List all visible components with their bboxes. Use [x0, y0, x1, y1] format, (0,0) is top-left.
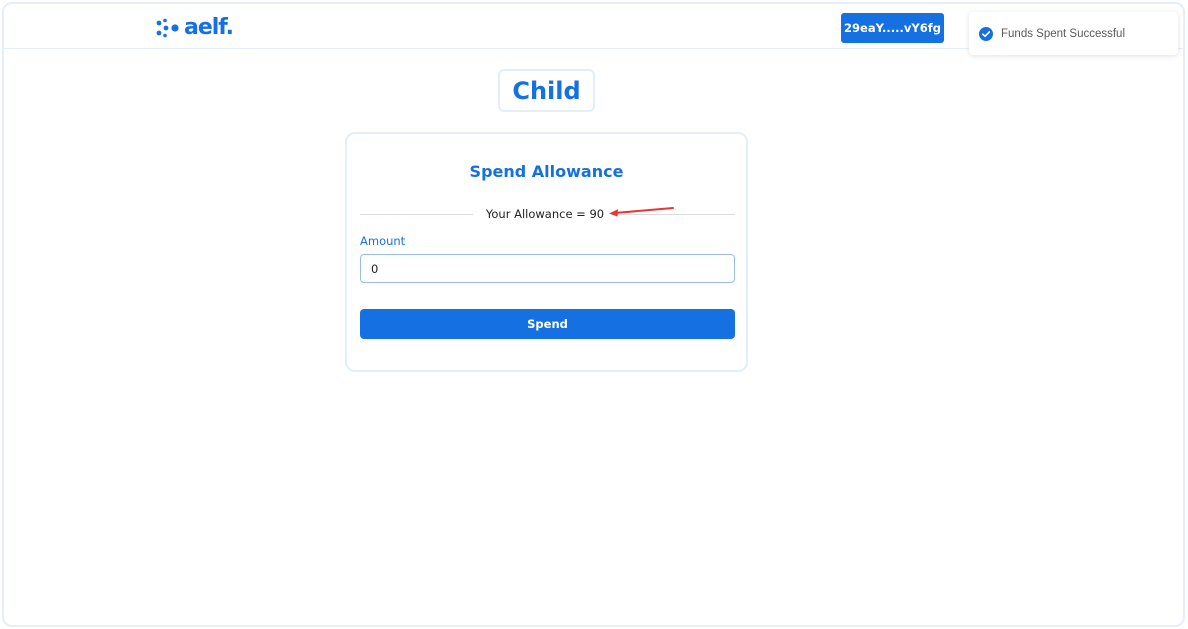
amount-label: Amount: [360, 234, 406, 248]
wallet-address-button[interactable]: 29eaY.....vY6fg: [841, 13, 944, 43]
toast-message: Funds Spent Successful: [1001, 27, 1126, 40]
check-circle-icon: [979, 26, 993, 41]
allowance-text: Your Allowance = 90: [485, 207, 605, 221]
page-title: Child: [498, 69, 595, 112]
divider-left: [360, 214, 473, 215]
success-toast[interactable]: Funds Spent Successful: [969, 12, 1178, 55]
card-title: Spend Allowance: [469, 162, 624, 181]
amount-input[interactable]: [360, 254, 735, 283]
logo-text: aelf.: [184, 15, 234, 40]
aelf-logo-icon: [156, 18, 179, 38]
spend-allowance-card: Spend Allowance Your Allowance = 90 Amou…: [345, 132, 748, 372]
aelf-logo[interactable]: aelf.: [156, 15, 234, 40]
annotation-arrow-icon: [609, 207, 674, 217]
spend-button[interactable]: Spend: [360, 309, 735, 339]
